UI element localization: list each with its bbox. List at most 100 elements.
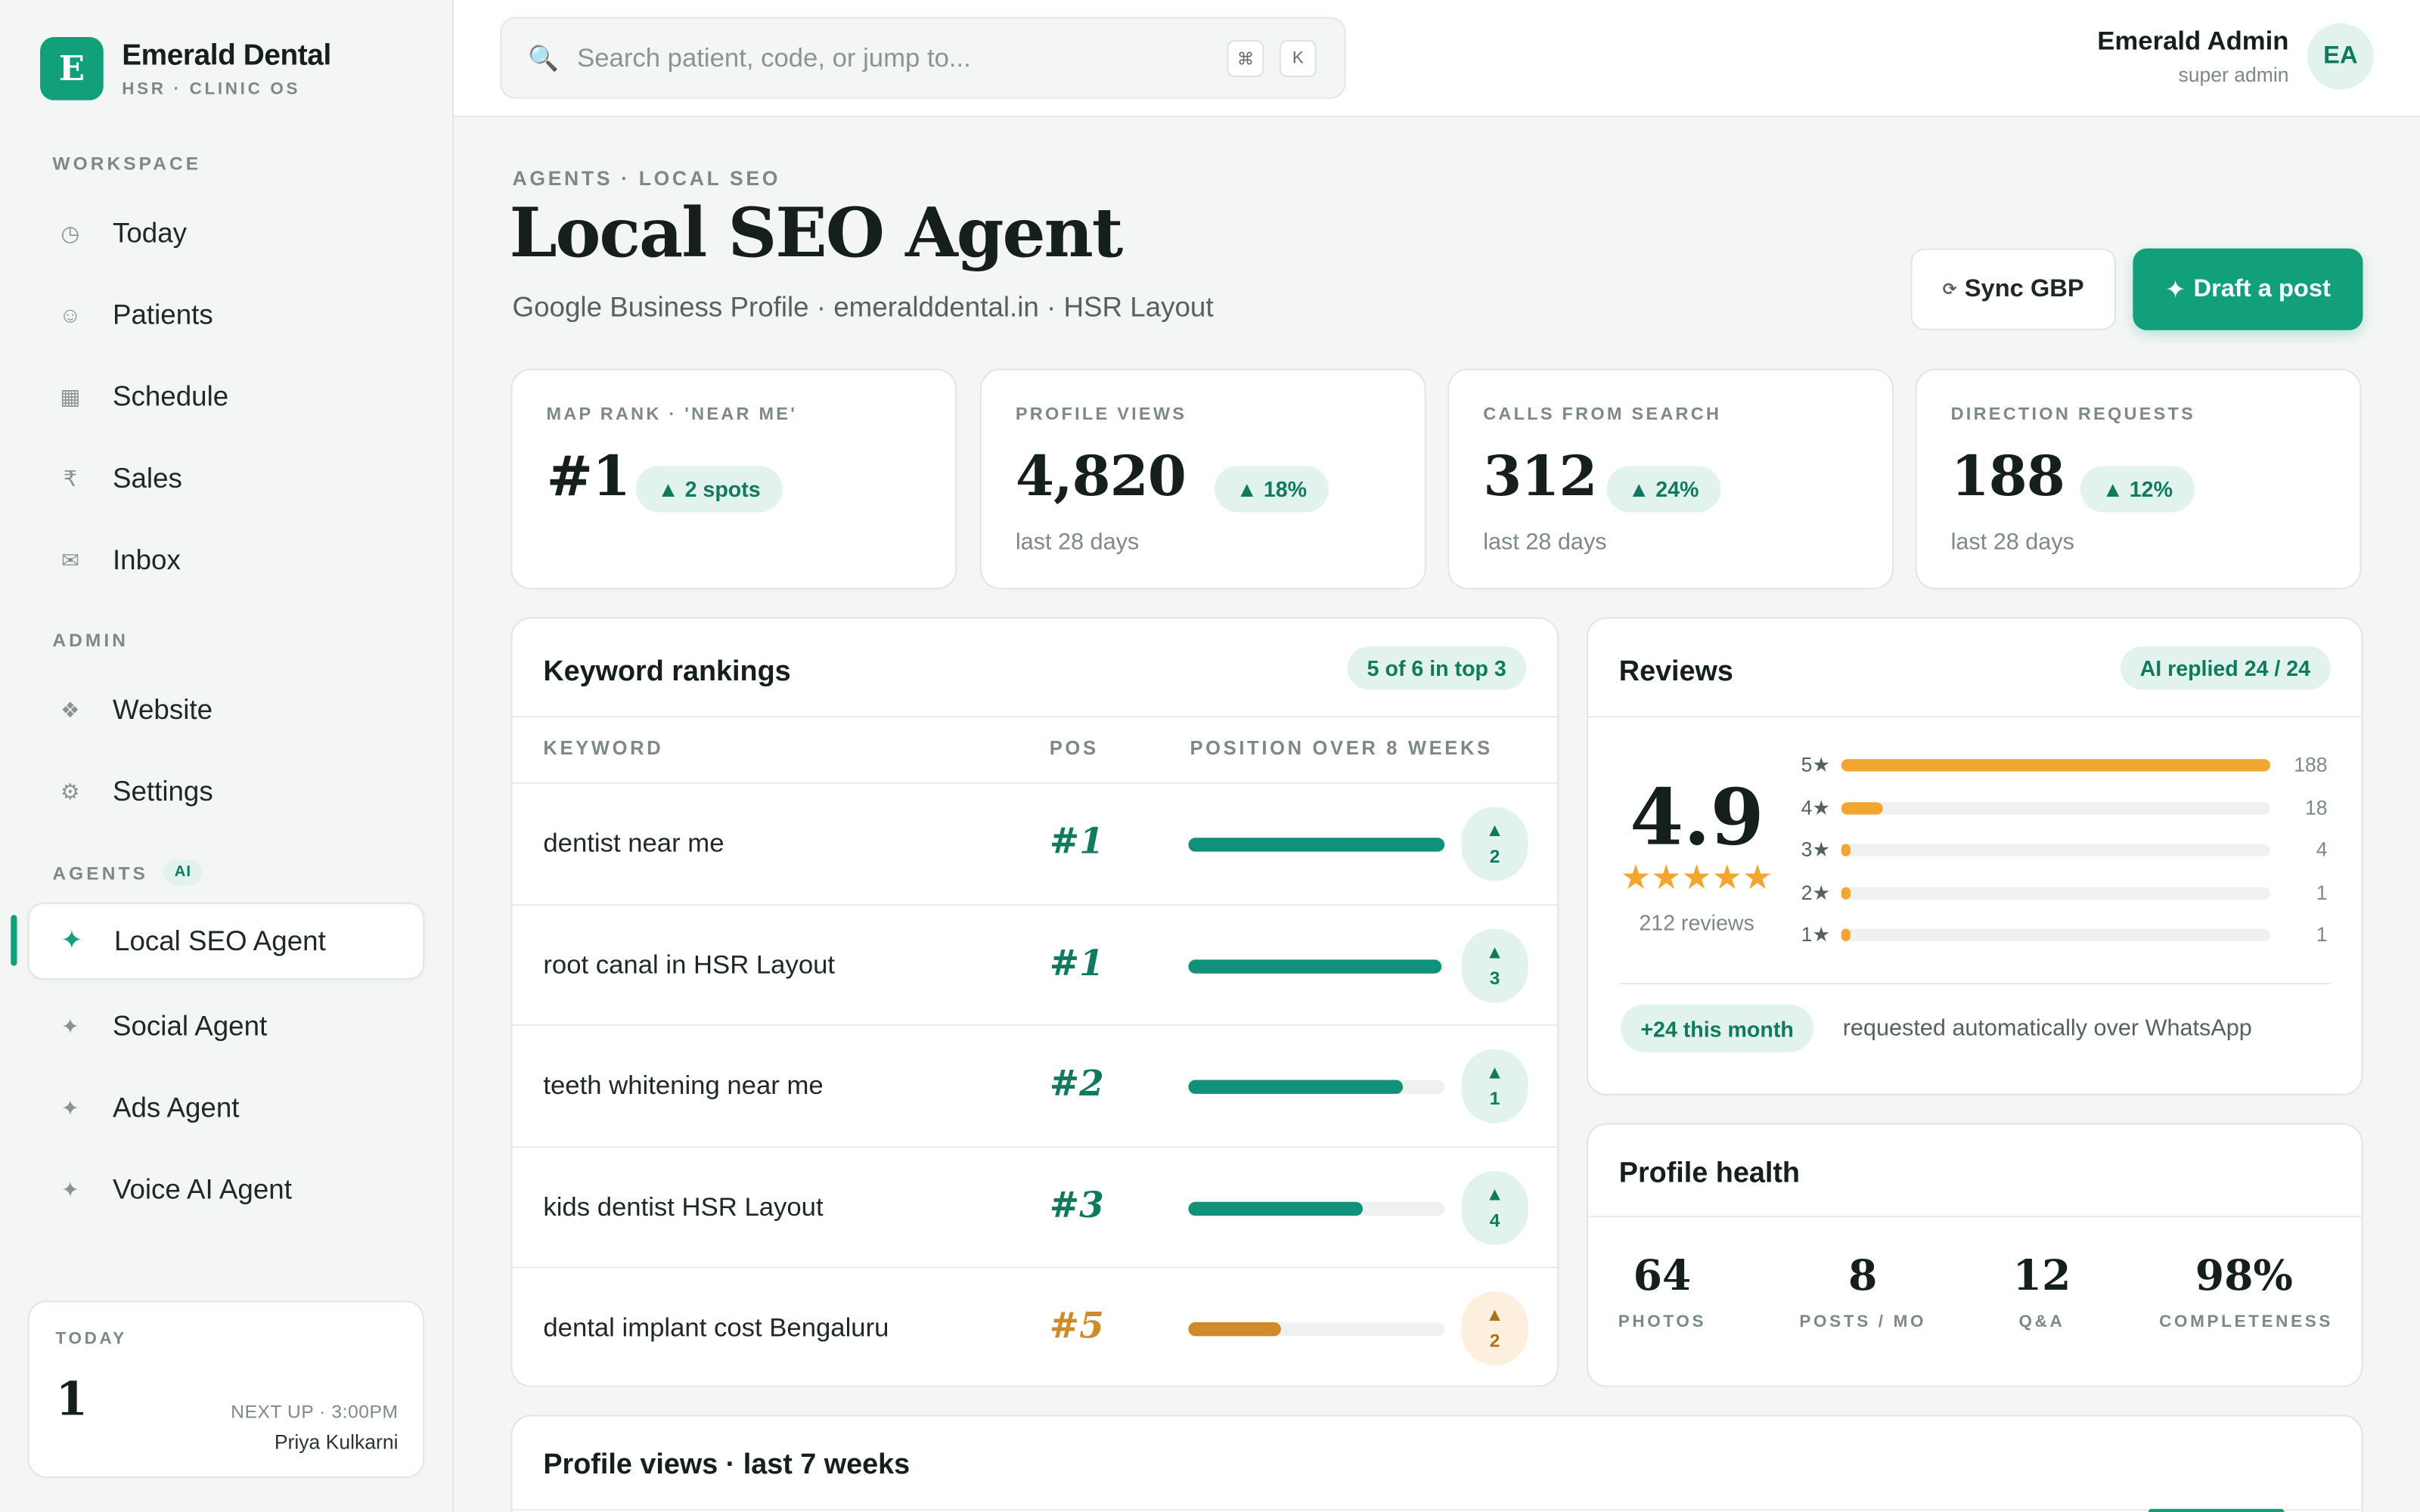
up-arrow-icon: ▲ [1485,819,1504,841]
stat-period: last 28 days [1015,528,1140,556]
sidebar-item-local-seo-agent[interactable]: ✦ Local SEO Agent [27,902,425,980]
panel-title: Profile health [1618,1155,1800,1188]
stat-period: last 28 days [1950,528,2074,556]
sidebar-item-patients[interactable]: ☺ Patients [28,276,424,353]
sidebar-item-label: Settings [112,775,213,807]
star-level-label: 1★ [1801,922,1831,947]
keyword-position: #3 [1049,1184,1104,1226]
health-value: 64 [1633,1253,1692,1301]
position-change-value: 2 [1489,1330,1500,1352]
divider [512,1508,2362,1510]
sidebar-item-sales[interactable]: ₹ Sales [28,440,424,517]
health-qna: 12 Q&A [1957,1253,2127,1331]
draft-post-label: Draft a post [2193,275,2331,302]
star-level-count: 188 [2294,752,2328,776]
stat-delta: 24% [1655,476,1699,502]
star-level-count: 1 [2316,922,2328,947]
page-title: Local SEO Agent [509,194,1123,274]
rating-bar [1841,759,2271,772]
sparkle-icon: ✦ [60,1012,79,1038]
search-bar[interactable]: 🔍 ⌘ K [500,17,1346,99]
stat-label: DIRECTION REQUESTS [1950,405,2196,425]
agents-section-label: AGENTS AI [52,859,203,886]
brand[interactable]: E Emerald Dental HSR · CLINIC OS [40,36,331,101]
sidebar-item-settings[interactable]: ⚙ Settings [28,753,424,830]
keyword-position: #5 [1049,1305,1104,1347]
stat-card-profile-views[interactable]: PROFILE VIEWS 4,820 ▲ 18% last 28 days [979,368,1426,590]
stat-card-directions[interactable]: DIRECTION REQUESTS 188 ▲ 12% last 28 day… [1915,368,2362,590]
position-trend-bar [1188,1080,1445,1094]
position-change-value: 1 [1489,1087,1500,1110]
stat-label: MAP RANK · 'NEAR ME' [546,405,798,425]
sidebar-item-website[interactable]: ❖ Website [28,671,424,748]
stat-label: CALLS FROM SEARCH [1483,405,1722,425]
health-posts: 8 POSTS / MO [1778,1253,1947,1331]
health-completeness: 98% COMPLETENESS [2159,1253,2330,1331]
sidebar-item-inbox[interactable]: ✉ Inbox [28,522,424,599]
position-change-badge: ▲ 1 [1461,1049,1528,1123]
rating-bar [1841,844,2271,857]
rating-bar-fill [1841,801,1883,814]
sparkle-icon: ✦ [60,1176,79,1201]
brand-name: Emerald Dental [122,39,331,72]
refresh-icon: ⟳ [1942,280,1957,299]
column-header-keyword[interactable]: KEYWORD [543,738,663,760]
health-value: 8 [1848,1253,1878,1301]
sidebar-item-schedule[interactable]: ▦ Schedule [28,358,424,435]
divider [1618,982,2331,985]
sidebar: E Emerald Dental HSR · CLINIC OS WORKSPA… [0,0,454,1512]
health-value: 12 [2012,1253,2071,1301]
sidebar-item-voice-ai-agent[interactable]: ✦ Voice AI Agent [28,1151,424,1228]
keyword-row[interactable]: dentist near me #1 ▲ 2 [512,782,1558,903]
stat-label: PROFILE VIEWS [1015,405,1187,425]
avatar[interactable]: EA [2307,23,2374,90]
up-arrow-icon: ▲ [1485,1182,1504,1204]
draft-post-button[interactable]: ✦ Draft a post [2133,248,2363,330]
keyword-text: root canal in HSR Layout [543,950,836,979]
sync-gbp-button[interactable]: ⟳ Sync GBP [1910,248,2116,330]
keyword-row[interactable]: teeth whitening near me #2 ▲ 1 [512,1024,1558,1145]
sidebar-item-social-agent[interactable]: ✦ Social Agent [28,987,424,1064]
up-arrow-icon: ▲ [1485,1061,1504,1083]
search-input[interactable] [577,42,1195,73]
position-trend-bar [1188,1201,1445,1216]
k-key: K [1279,40,1317,78]
up-arrow-icon: ▲ [1485,940,1504,962]
sidebar-item-ads-agent[interactable]: ✦ Ads Agent [28,1069,424,1146]
sidebar-item-today[interactable]: ◷ Today [28,194,424,271]
star-level-count: 1 [2316,880,2328,903]
health-label: POSTS / MO [1799,1312,1927,1332]
stat-delta-badge: ▲ 12% [2080,466,2195,513]
rating-bar-fill [1841,844,1851,857]
position-change-badge: ▲ 4 [1461,1170,1528,1244]
keyword-position: #2 [1049,1063,1104,1105]
rating-distribution-row: 4★ 18 [1801,795,2334,820]
command-key: ⌘ [1227,40,1264,78]
stat-value: 188 [1950,444,2065,510]
health-photos: 64 PHOTOS [1578,1253,1747,1331]
keyword-row[interactable]: dental implant cost Bengaluru #5 ▲ 2 [512,1266,1558,1387]
stat-delta: 2 spots [684,476,761,502]
stat-card-map-rank[interactable]: MAP RANK · 'NEAR ME' #1 ▲ 2 spots [510,368,957,590]
keyword-position: #1 [1049,820,1104,863]
column-header-pos[interactable]: POS [1050,738,1099,760]
keyword-row[interactable]: kids dentist HSR Layout #3 ▲ 4 [512,1145,1558,1266]
position-change-value: 2 [1489,845,1500,867]
user-menu[interactable]: Emerald Admin super admin EA [2097,23,2374,90]
brand-subtitle: HSR · CLINIC OS [122,79,301,98]
today-card-label: TODAY [55,1330,127,1349]
today-card[interactable]: TODAY 1 NEXT UP · 3:00PM Priya Kulkarni [27,1300,425,1479]
stat-period: last 28 days [1483,528,1607,556]
ai-badge: AI [163,859,203,886]
review-count: 212 reviews [1639,910,1754,935]
app-root: E Emerald Dental HSR · CLINIC OS WORKSPA… [0,0,2420,1512]
sidebar-item-label: Voice AI Agent [112,1173,292,1204]
page-subtitle: Google Business Profile · emeralddental.… [512,291,1214,323]
rating-bar [1841,928,2271,941]
column-header-trend[interactable]: POSITION OVER 8 WEEKS [1190,738,1492,760]
next-appointment-time: NEXT UP · 3:00PM [231,1401,399,1423]
keyword-text: dentist near me [543,828,724,858]
stat-card-calls[interactable]: CALLS FROM SEARCH 312 ▲ 24% last 28 days [1447,368,1894,590]
keyword-row[interactable]: root canal in HSR Layout #1 ▲ 3 [512,903,1558,1024]
sidebar-item-label: Today [112,216,188,248]
